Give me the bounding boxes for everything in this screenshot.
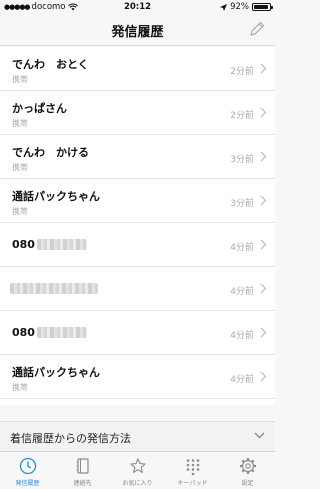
redacted-number <box>37 327 87 338</box>
call-row[interactable]: 4分前 <box>0 267 275 311</box>
chevron-down-icon <box>254 432 265 439</box>
call-time: 4分前 <box>230 243 254 253</box>
call-name: 通話パックちゃん <box>12 366 100 379</box>
tab-star[interactable]: お気に入り <box>110 452 165 489</box>
tab-label: 設定 <box>241 480 254 487</box>
status-bar: ●●●●● docomo 20:12 92% <box>0 0 275 14</box>
redacted-number <box>10 283 98 294</box>
call-type: 携帯 <box>12 75 28 84</box>
call-time: 2分前 <box>230 111 254 121</box>
tab-label: 連絡先 <box>73 480 92 487</box>
keypad-icon <box>186 459 199 476</box>
tab-bar: 発信履歴 連絡先 お気に入り キーパッド 設定 <box>0 451 275 489</box>
tab-contacts-book[interactable]: 連絡先 <box>55 452 110 489</box>
call-row[interactable]: かっぱさん携帯 2分前 <box>0 91 275 135</box>
chevron-right-icon <box>260 195 267 206</box>
chevron-right-icon <box>260 107 267 118</box>
tab-label: 発信履歴 <box>15 480 40 487</box>
battery-fill <box>254 5 268 9</box>
chevron-right-icon <box>260 327 267 338</box>
call-time: 4分前 <box>230 287 254 297</box>
contacts-book-icon <box>76 458 89 474</box>
star-icon <box>129 458 146 473</box>
call-name: でんわ おとく <box>12 58 89 71</box>
call-row[interactable]: でんわ おとく携帯 2分前 <box>0 47 275 91</box>
call-name: 080 <box>12 238 35 251</box>
chevron-right-icon <box>260 283 267 294</box>
call-row[interactable]: 080 4分前 <box>0 223 275 267</box>
status-right: 92% <box>220 2 273 12</box>
call-time: 3分前 <box>230 199 254 209</box>
call-time: 4分前 <box>230 331 254 341</box>
call-row[interactable]: 通話パックちゃん携帯 4分前 <box>0 355 275 399</box>
tab-label: お気に入り <box>122 480 153 487</box>
page-title: 発信履歴 <box>111 25 164 40</box>
call-row[interactable]: でんわ かける携帯 3分前 <box>0 135 275 179</box>
call-history-list: でんわ おとく 携帯 2分前 かっぱさん 携帯 2分前 でんわ かける 携帯 3分前 通話パックち… <box>0 47 275 405</box>
call-name: でんわ かける <box>12 146 89 159</box>
tab-gear[interactable]: 設定 <box>220 452 275 489</box>
tab-clock[interactable]: 発信履歴 <box>0 452 55 489</box>
tab-keypad[interactable]: キーパッド <box>165 452 220 489</box>
chevron-right-icon <box>260 371 267 382</box>
battery-icon <box>252 3 273 11</box>
call-time: 4分前 <box>230 375 254 385</box>
location-arrow-icon <box>220 3 228 11</box>
call-row[interactable]: 080 <box>0 399 275 405</box>
call-row[interactable]: 通話パックちゃん携帯 3分前 <box>0 179 275 223</box>
call-name: 通話パックちゃん <box>12 190 100 203</box>
gear-icon <box>239 458 256 474</box>
battery-percent: 92% <box>230 2 249 12</box>
tab-label: キーパッド <box>177 480 208 487</box>
call-name: かっぱさん <box>12 102 67 115</box>
how-to-call-banner[interactable]: 着信履歴からの発信方法 <box>0 421 275 451</box>
banner-label: 着信履歴からの発信方法 <box>10 432 131 445</box>
pencil-icon[interactable] <box>248 20 266 38</box>
call-name: 080 <box>12 326 35 339</box>
call-time: 3分前 <box>230 155 254 165</box>
chevron-right-icon <box>260 239 267 250</box>
navigation-bar: 発信履歴 <box>0 14 275 46</box>
call-type: 携帯 <box>12 207 28 216</box>
chevron-right-icon <box>260 63 267 74</box>
call-row[interactable]: 080 4分前 <box>0 311 275 355</box>
call-type: 携帯 <box>12 383 28 392</box>
call-type: 携帯 <box>12 163 28 172</box>
call-time: 2分前 <box>230 67 254 77</box>
redacted-number <box>37 239 87 250</box>
call-type: 携帯 <box>12 119 28 128</box>
clock-icon <box>19 457 36 475</box>
chevron-right-icon <box>260 151 267 162</box>
